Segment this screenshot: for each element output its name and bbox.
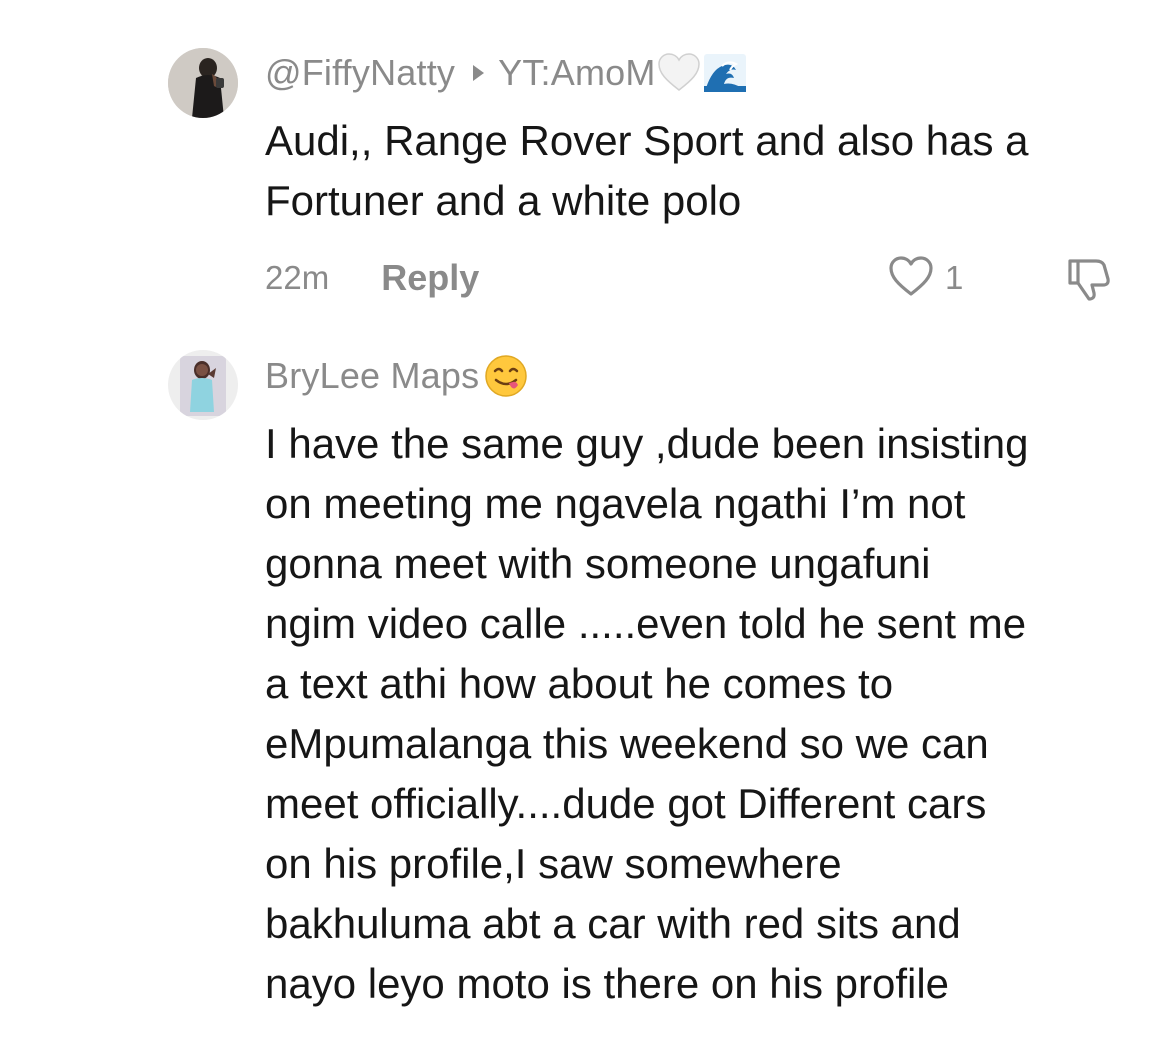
comment-text: I have the same guy ,dude been insisting… (265, 420, 1029, 1007)
author-name[interactable]: BryLee Maps (265, 355, 479, 397)
comment-item: BryLee Maps I have the same guy ,dude be… (0, 0, 1169, 1040)
avatar[interactable] (168, 350, 238, 420)
comment-header: BryLee Maps (265, 351, 529, 401)
face-savoring-food-emoji-icon (483, 353, 529, 399)
